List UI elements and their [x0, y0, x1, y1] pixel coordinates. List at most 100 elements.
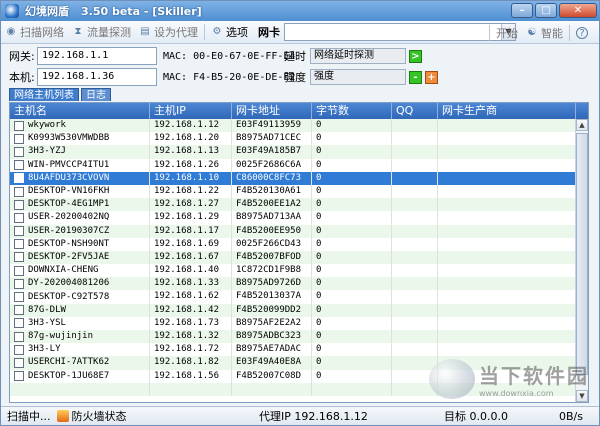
row-checkbox[interactable] [14, 292, 24, 303]
hostname-cell: DESKTOP-4EG1MP1 [10, 198, 150, 212]
row-checkbox[interactable] [14, 226, 24, 237]
column-header-mac[interactable]: 网卡地址 [232, 103, 312, 119]
table-row[interactable]: 87G-DLW 192.168.1.42 F4B520099DD2 0 [10, 303, 576, 317]
scroll-thumb[interactable] [576, 133, 588, 375]
maximize-button[interactable]: □ [535, 3, 557, 18]
local-ip-field[interactable]: 192.168.1.36 [37, 68, 157, 86]
close-button[interactable]: ✕ [559, 3, 597, 18]
row-checkbox[interactable] [14, 252, 24, 263]
row-checkbox[interactable] [14, 331, 24, 342]
row-checkbox[interactable] [14, 146, 24, 157]
app-title: 幻境网盾 [25, 5, 69, 18]
row-checkbox[interactable] [14, 357, 24, 368]
table-row[interactable]: DY-202004081206 192.168.1.33 B8975AD9726D 0 [10, 277, 576, 291]
strength-field[interactable]: 强度 [310, 69, 406, 85]
firewall-status[interactable]: 防火墙状态 [72, 408, 127, 424]
vendor-cell [438, 250, 576, 265]
start-button[interactable]: 开始 [492, 23, 522, 42]
hostname-cell: 8U4AFDU373CVOVN [10, 171, 150, 185]
column-header-ip[interactable]: 主机IP [150, 103, 232, 119]
flow-detect-button[interactable]: ⧗ 流量探测 [68, 23, 135, 42]
row-checkbox[interactable] [14, 133, 24, 144]
hostname-cell-text: DESKTOP-1JU68E7 [28, 370, 110, 381]
table-row[interactable]: DESKTOP-VN16FKH 192.168.1.22 F4B520130A61 0 [10, 184, 576, 199]
row-checkbox[interactable] [14, 318, 24, 329]
table-row[interactable]: DESKTOP-NSH90NT 192.168.1.69 0025F266CD43 0 [10, 237, 576, 251]
scroll-up-icon[interactable]: ▲ [576, 119, 588, 131]
nic-select[interactable]: ▼ [284, 23, 516, 41]
strength-decrease-button[interactable]: - [409, 70, 422, 84]
vendor-cell [438, 330, 576, 344]
column-header-vendor[interactable]: 网卡生产商 [438, 103, 576, 119]
mac-cell-text: B8975ADBC323 [236, 331, 302, 341]
hostname-cell: K0993W530VMWDBB [10, 132, 150, 146]
tab-bar: 网络主机列表 日志 [9, 88, 113, 101]
ip-cell: 192.168.1.32 [150, 330, 232, 344]
row-checkbox[interactable] [14, 371, 24, 382]
row-checkbox[interactable] [14, 186, 24, 197]
ip-cell-text: 192.168.1.82 [154, 357, 220, 368]
table-row[interactable]: 3H3-LY 192.168.1.72 B8975AE7ADAC 0 [10, 343, 576, 357]
column-header-qq[interactable]: QQ [392, 103, 438, 119]
qq-cell [392, 250, 438, 265]
target-status: 目标 0.0.0.0 [444, 410, 508, 423]
delay-probe-field[interactable]: 网络延时探测 [310, 48, 406, 64]
table-row[interactable]: DESKTOP-4EG1MP1 192.168.1.27 F4B5200EE1A2 0 [10, 198, 576, 212]
smart-button[interactable]: ☯ 智能 [522, 23, 567, 42]
tab-log[interactable]: 日志 [81, 88, 111, 101]
options-button[interactable]: ⚙ 选项 [207, 23, 252, 42]
set-proxy-button[interactable]: ▤ 设为代理 [135, 23, 202, 42]
bytes-cell-text: 0 [316, 370, 322, 381]
table-row[interactable]: wkywork 192.168.1.12 E03F49113959 0 [10, 119, 576, 133]
tab-host-list[interactable]: 网络主机列表 [9, 88, 79, 101]
row-checkbox[interactable] [14, 239, 24, 250]
row-checkbox[interactable] [14, 305, 24, 316]
table-row[interactable]: 3H3-YSL 192.168.1.73 B8975AF2E2A2 0 [10, 316, 576, 330]
vendor-cell [438, 264, 576, 278]
gateway-ip-field[interactable]: 192.168.1.1 [37, 47, 157, 65]
title-bar[interactable]: 幻境网盾 3.50 beta - [Skiller] – □ ✕ [1, 1, 599, 21]
table-row[interactable]: K0993W530VMWDBB 192.168.1.20 B8975AD71CEC 0 [10, 132, 576, 146]
hostname-cell-text: DESKTOP-VN16FKH [28, 186, 110, 197]
delay-probe-button[interactable]: > [409, 49, 422, 63]
ip-cell-text: 192.168.1.26 [154, 159, 220, 170]
table-row[interactable]: DOWNXIA-CHENG 192.168.1.40 1C872CD1F9B8 0 [10, 264, 576, 278]
help-button[interactable]: ? [572, 23, 595, 42]
hourglass-icon: ⧗ [74, 26, 82, 37]
toolbar: ◉ 扫描网络 ⧗ 流量探测 ▤ 设为代理 ⚙ 选项 网卡 ▼ 开始 ☯ 智能 ? [1, 21, 599, 44]
row-checkbox[interactable] [14, 212, 24, 223]
bytes-cell: 0 [312, 303, 392, 317]
column-header-bytes[interactable]: 字节数 [312, 103, 392, 119]
gateway-mac: MAC: 00-E0-67-0E-FF-E4 [163, 50, 296, 62]
table-row[interactable]: WIN-PMVCCP4ITU1 192.168.1.26 0025F2686C6A 0 [10, 158, 576, 172]
ip-cell: 192.168.1.72 [150, 343, 232, 357]
vendor-cell [438, 303, 576, 317]
bytes-cell-text: 0 [316, 278, 322, 289]
ip-cell-text: 192.168.1.56 [154, 370, 220, 381]
strength-label: 强度 [284, 71, 306, 84]
hostname-cell: WIN-PMVCCP4ITU1 [10, 158, 150, 172]
hostname-cell-text: USER-20190307CZ [28, 225, 110, 236]
row-checkbox[interactable] [14, 120, 24, 131]
table-row[interactable]: 8U4AFDU373CVOVN 192.168.1.10 C86000C8FC73 0 [10, 171, 576, 185]
table-row[interactable]: 3H3-YZJ 192.168.1.13 E03F49A185B7 0 [10, 145, 576, 159]
row-checkbox[interactable] [14, 344, 24, 355]
row-checkbox[interactable] [14, 173, 24, 184]
table-row[interactable]: DESKTOP-C92T578 192.168.1.62 F4B52013037A 0 [10, 290, 576, 304]
row-checkbox[interactable] [14, 278, 24, 289]
column-header-hostname[interactable]: 主机名 [10, 103, 150, 119]
scan-network-button[interactable]: ◉ 扫描网络 [1, 23, 68, 42]
local-mac: MAC: F4-B5-20-0E-DE-E2 [163, 71, 296, 83]
host-table: 主机名 主机IP 网卡地址 字节数 QQ 网卡生产商 wkywork 192.16… [9, 102, 589, 403]
table-row[interactable]: DESKTOP-2FV5JAE 192.168.1.67 F4B52007BFOD 0 [10, 250, 576, 265]
minimize-button[interactable]: – [511, 3, 533, 18]
hostname-cell-text: DOWNXIA-CHENG [28, 265, 99, 276]
row-checkbox[interactable] [14, 265, 24, 276]
table-row[interactable]: 87g-wujinjin 192.168.1.32 B8975ADBC323 0 [10, 330, 576, 344]
table-row[interactable]: USER-20190307CZ 192.168.1.17 F4B5200EE950 0 [10, 224, 576, 238]
table-row[interactable]: USER-20200402NQ 192.168.1.29 B8975AD713AA 0 [10, 211, 576, 225]
strength-increase-button[interactable]: + [425, 70, 438, 84]
row-checkbox[interactable] [14, 160, 24, 171]
vendor-cell [438, 211, 576, 225]
row-checkbox[interactable] [14, 199, 24, 210]
